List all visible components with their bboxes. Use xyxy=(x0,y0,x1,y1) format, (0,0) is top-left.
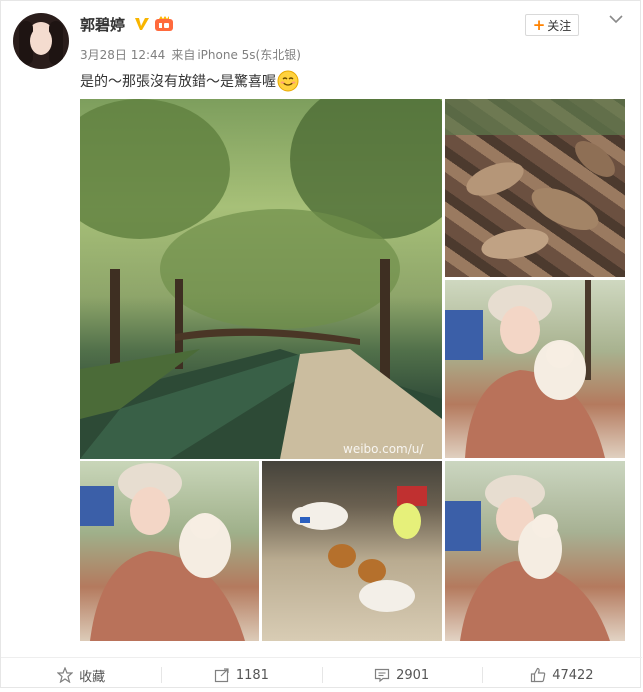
plus-icon: + xyxy=(532,16,546,34)
post-image-4[interactable] xyxy=(80,461,259,641)
username-link[interactable]: 郭碧婷 xyxy=(80,14,125,35)
post-image-5[interactable] xyxy=(262,461,442,641)
repost-button[interactable]: 1181 xyxy=(161,658,321,692)
comment-button[interactable]: 2901 xyxy=(321,658,482,692)
weibo-post-card: 郭碧婷 + 关注 3月28日 12:44 来自 iPhone 5s(东北银) 是的～… xyxy=(0,0,642,688)
post-source[interactable]: iPhone 5s(东北银) xyxy=(197,48,301,62)
action-bar: 收藏 1181 2901 47422 xyxy=(1,657,642,692)
follow-label: 关注 xyxy=(547,18,572,33)
post-image-3[interactable] xyxy=(445,280,625,458)
favorite-button[interactable]: 收藏 xyxy=(1,658,161,692)
dogs-scene xyxy=(292,486,427,612)
woman-dog-scene-2 xyxy=(80,463,245,641)
post-image-1[interactable] xyxy=(80,99,442,459)
follow-button[interactable]: + 关注 xyxy=(525,14,579,36)
like-count: 47422 xyxy=(552,667,594,683)
avatar[interactable] xyxy=(13,13,69,69)
post-image-6[interactable] xyxy=(445,461,625,641)
chevron-down-icon[interactable] xyxy=(609,14,623,24)
comment-icon xyxy=(374,668,390,683)
thumbs-up-icon xyxy=(531,667,546,683)
post-meta: 3月28日 12:44 来自 iPhone 5s(东北银) xyxy=(80,46,307,63)
repost-count: 1181 xyxy=(235,667,269,683)
post-image-2[interactable] xyxy=(445,99,625,277)
post-content: 是的～那張沒有放錯～是驚喜喔 xyxy=(80,74,276,90)
comment-count: 2901 xyxy=(396,667,430,683)
vip-badge-icon[interactable] xyxy=(154,16,174,32)
canal-scene xyxy=(80,99,442,459)
woman-dog-scene-3 xyxy=(445,475,610,641)
woman-dog-scene xyxy=(445,280,605,458)
verified-v-icon[interactable] xyxy=(134,16,150,32)
smile-emoji-icon xyxy=(277,70,299,92)
image-watermark: weibo.com/u/ xyxy=(343,442,424,456)
favorite-label: 收藏 xyxy=(79,669,106,685)
source-prefix: 来自 xyxy=(171,48,196,62)
avatar-face xyxy=(30,27,52,55)
star-icon xyxy=(57,667,74,683)
leaves-scene xyxy=(445,99,625,259)
share-icon xyxy=(214,668,229,683)
post-timestamp[interactable]: 3月28日 12:44 xyxy=(80,48,165,62)
like-button[interactable]: 47422 xyxy=(481,658,642,692)
post-text: 是的～那張沒有放錯～是驚喜喔 xyxy=(80,70,299,92)
